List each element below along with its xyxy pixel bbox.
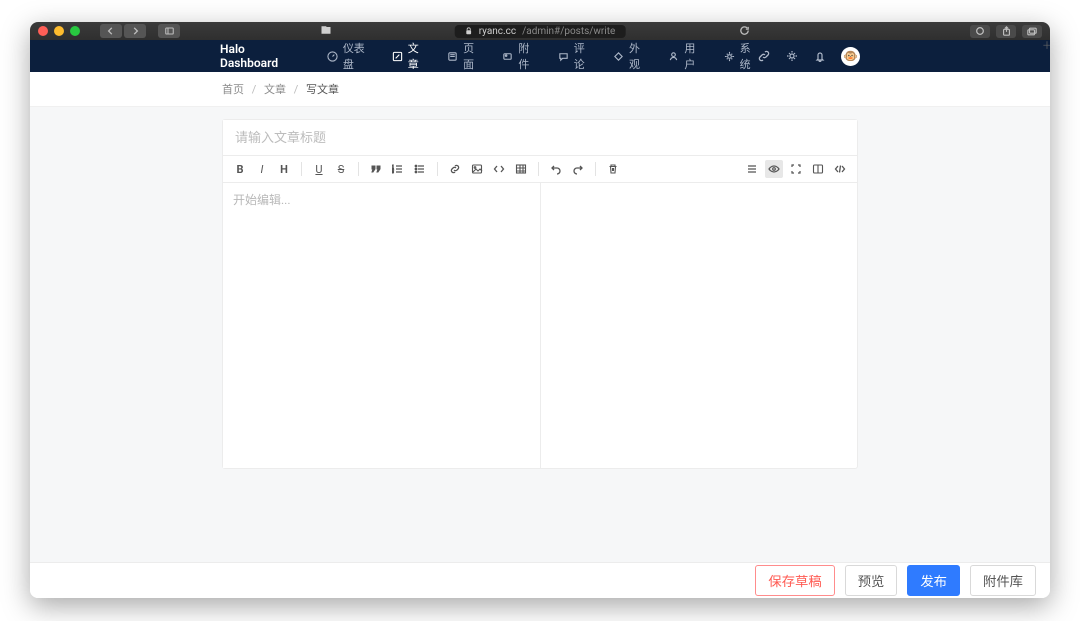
italic-button[interactable]: I (253, 160, 271, 178)
share-button[interactable] (996, 25, 1016, 38)
preview-toggle-button[interactable] (765, 160, 783, 178)
fullscreen-button[interactable] (787, 160, 805, 178)
page-icon (447, 51, 458, 62)
nav-label: 附件 (518, 40, 535, 72)
browser-back-button[interactable] (100, 24, 122, 38)
nav-label: 用户 (684, 40, 701, 72)
comment-icon (558, 51, 569, 62)
outline-button[interactable] (743, 160, 761, 178)
breadcrumb-item[interactable]: 首页 (222, 83, 244, 96)
image-button[interactable] (468, 160, 486, 178)
edit-icon (392, 51, 403, 62)
strike-button[interactable]: S (332, 160, 350, 178)
nav-label: 系统 (740, 40, 757, 72)
window-controls (38, 26, 80, 36)
avatar[interactable]: 🐵 (841, 47, 860, 66)
footer-bar: 保存草稿 预览 发布 附件库 (30, 562, 1050, 598)
redo-button[interactable] (569, 160, 587, 178)
url-host: ryanc.cc (479, 26, 516, 37)
markdown-textarea[interactable] (223, 183, 540, 468)
nav-label: 页面 (463, 40, 480, 72)
publish-button[interactable]: 发布 (907, 565, 960, 596)
attachment-icon (502, 51, 513, 62)
table-button[interactable] (512, 160, 530, 178)
svg-text:3: 3 (392, 170, 394, 174)
nav-pages[interactable]: 页面 (447, 40, 480, 72)
minimize-window-button[interactable] (54, 26, 64, 36)
save-draft-button[interactable]: 保存草稿 (755, 565, 834, 596)
titlebar: ryanc.cc/admin#/posts/write ＋ (30, 22, 1050, 40)
nav-label: 仪表盘 (343, 40, 370, 72)
nav-users[interactable]: 用户 (668, 40, 701, 72)
breadcrumb-item[interactable]: 文章 (264, 83, 286, 96)
editor-toolbar: B I H U S 123 (223, 156, 857, 183)
nav-label: 文章 (408, 40, 425, 72)
link-button[interactable] (446, 160, 464, 178)
gauge-icon (327, 51, 338, 62)
trash-button[interactable] (604, 160, 622, 178)
breadcrumb: 首页 / 文章 / 写文章 (30, 72, 1050, 107)
reader-button[interactable] (320, 24, 332, 39)
nav-posts[interactable]: 文章 (392, 40, 425, 72)
link-icon[interactable] (757, 49, 771, 63)
undo-button[interactable] (547, 160, 565, 178)
tabs-button[interactable] (1022, 25, 1042, 38)
preview-button[interactable]: 预览 (845, 565, 898, 596)
ol-button[interactable]: 123 (389, 160, 407, 178)
split-button[interactable] (809, 160, 827, 178)
post-title-input[interactable] (223, 120, 857, 156)
underline-button[interactable]: U (310, 160, 328, 178)
preview-pane (540, 183, 858, 468)
url-path: /admin#/posts/write (522, 26, 615, 37)
quote-button[interactable] (367, 160, 385, 178)
ul-button[interactable] (411, 160, 429, 178)
nav-label: 外观 (629, 40, 646, 72)
privacy-button[interactable] (970, 25, 990, 38)
editor: B I H U S 123 (222, 119, 858, 469)
browser-refresh-button[interactable] (739, 25, 750, 39)
html-button[interactable] (831, 160, 849, 178)
bell-icon[interactable] (813, 49, 827, 63)
bold-button[interactable]: B (231, 160, 249, 178)
nav-attachments[interactable]: 附件 (502, 40, 535, 72)
browser-forward-button[interactable] (124, 24, 146, 38)
lock-icon (465, 27, 473, 35)
breadcrumb-item: 写文章 (306, 83, 339, 96)
brand: Halo Dashboard (220, 42, 299, 70)
attachment-lib-button[interactable]: 附件库 (970, 565, 1036, 596)
user-icon (668, 51, 679, 62)
nav-system[interactable]: 系统 (724, 40, 757, 72)
gear-icon (724, 51, 735, 62)
heading-button[interactable]: H (275, 160, 293, 178)
settings-icon[interactable] (785, 49, 799, 63)
editor-pane[interactable] (223, 183, 540, 468)
maximize-window-button[interactable] (70, 26, 80, 36)
address-bar[interactable]: ryanc.cc/admin#/posts/write (455, 25, 626, 38)
nav-comments[interactable]: 评论 (558, 40, 591, 72)
new-tab-button[interactable]: ＋ (1042, 37, 1050, 52)
sidebar-toggle-button[interactable] (158, 24, 180, 38)
close-window-button[interactable] (38, 26, 48, 36)
code-button[interactable] (490, 160, 508, 178)
nav-appearance[interactable]: 外观 (613, 40, 646, 72)
nav-dashboard[interactable]: 仪表盘 (327, 40, 370, 72)
palette-icon (613, 51, 624, 62)
app-navbar: Halo Dashboard 仪表盘 文章 页面 附件 评论 (30, 40, 1050, 72)
content: 首页 / 文章 / 写文章 B I H U S 123 (30, 72, 1050, 598)
nav-label: 评论 (574, 40, 591, 72)
